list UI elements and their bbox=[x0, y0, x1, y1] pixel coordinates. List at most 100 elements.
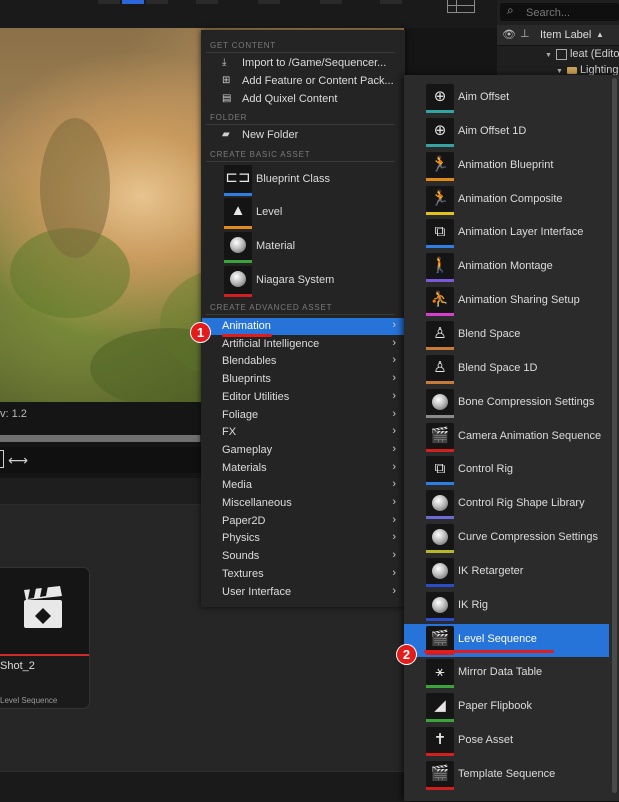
montage-figure-icon: 🚶 bbox=[430, 257, 450, 275]
submenu-item-blend-space-1d[interactable]: ♙ Blend Space 1D bbox=[404, 353, 609, 386]
toolbar-tab[interactable] bbox=[98, 0, 120, 4]
category-sounds[interactable]: Sounds › bbox=[202, 548, 404, 565]
asset-color-bar bbox=[426, 380, 454, 384]
submenu-item-mirror-data-table[interactable]: ⚹ Mirror Data Table bbox=[404, 657, 609, 690]
eye-icon[interactable]: 👁 bbox=[502, 28, 516, 41]
asset-thumbnail: 🎬 bbox=[426, 625, 454, 652]
basic-asset-blueprint-class[interactable]: ⊏⊐ Blueprint Class bbox=[222, 165, 402, 197]
submenu-item-camera-animation-sequence[interactable]: 🎬 Camera Animation Sequence bbox=[404, 421, 609, 454]
asset-thumbnail: 🎬 bbox=[426, 422, 454, 449]
asset-color-bar bbox=[426, 211, 454, 215]
arrow-range-icon[interactable]: ⟷ bbox=[8, 452, 28, 469]
submenu-item-animation-sharing-setup[interactable]: ⛹ Animation Sharing Setup bbox=[404, 285, 609, 318]
submenu-item-ik-retargeter[interactable]: IK Retargeter bbox=[404, 556, 609, 589]
sphere-icon bbox=[432, 529, 448, 546]
chevron-right-icon: › bbox=[392, 442, 396, 455]
outliner-row[interactable]: ▼ leat (Edito bbox=[545, 48, 619, 60]
submenu-item-control-rig[interactable]: ⧉ Control Rig bbox=[404, 454, 609, 487]
category-user-interface[interactable]: User Interface › bbox=[202, 584, 404, 601]
category-paper2d[interactable]: Paper2D › bbox=[202, 513, 404, 530]
asset-color-bar bbox=[426, 143, 454, 147]
category-gameplay[interactable]: Gameplay › bbox=[202, 442, 404, 459]
submenu-item-aim-offset-1d[interactable]: ⊕ Aim Offset 1D bbox=[404, 116, 609, 149]
pose-figure-icon: ✝ bbox=[433, 731, 447, 749]
category-foliage[interactable]: Foliage › bbox=[202, 407, 404, 424]
toolbar-tab-active[interactable] bbox=[122, 0, 144, 4]
asset-name[interactable]: Shot_2 bbox=[0, 660, 35, 672]
asset-thumbnail: ⛹ bbox=[426, 287, 454, 314]
category-fx[interactable]: FX › bbox=[202, 424, 404, 441]
category-artificial-intelligence[interactable]: Artificial Intelligence › bbox=[202, 336, 404, 353]
category-blendables[interactable]: Blendables › bbox=[202, 353, 404, 370]
section-divider bbox=[206, 314, 395, 315]
toolbar-tab[interactable] bbox=[196, 0, 218, 4]
asset-thumbnail bbox=[426, 557, 454, 584]
viewport-version-label: v: 1.2 bbox=[0, 408, 27, 420]
toolbar-tab[interactable] bbox=[146, 0, 168, 4]
section-get-content: GET CONTENT bbox=[210, 41, 276, 50]
expand-triangle-icon[interactable]: ▼ bbox=[556, 68, 563, 75]
category-editor-utilities[interactable]: Editor Utilities › bbox=[202, 389, 404, 406]
column-item-label[interactable]: Item Label bbox=[540, 29, 591, 41]
submenu-item-ik-rig[interactable]: IK Rig bbox=[404, 590, 609, 623]
asset-thumbnail: 🚶 bbox=[426, 253, 454, 280]
folder-icon bbox=[566, 66, 577, 74]
chevron-right-icon: › bbox=[392, 319, 396, 331]
asset-thumbnail: 🏃 bbox=[426, 151, 454, 178]
sort-ascending-icon[interactable]: ▲ bbox=[596, 30, 604, 39]
submenu-item-curve-compression-settings[interactable]: Curve Compression Settings bbox=[404, 522, 609, 555]
node-graph-icon: ⧉ bbox=[434, 460, 446, 478]
toolbar-tab[interactable] bbox=[258, 0, 280, 4]
basic-asset-level[interactable]: ▲ Level bbox=[222, 198, 402, 230]
outliner-search-input[interactable] bbox=[526, 6, 616, 20]
submenu-item-paper-flipbook[interactable]: ◢ Paper Flipbook bbox=[404, 691, 609, 724]
submenu-item-animation-composite[interactable]: 🏃 Animation Composite bbox=[404, 184, 609, 217]
pin-icon[interactable]: ⊥ bbox=[520, 27, 530, 40]
submenu-item-aim-offset[interactable]: ⊕ Aim Offset bbox=[404, 82, 609, 115]
grid-layout-icon[interactable] bbox=[447, 0, 475, 13]
submenu-item-animation-blueprint[interactable]: 🏃 Animation Blueprint bbox=[404, 150, 609, 183]
chevron-right-icon: › bbox=[392, 496, 396, 508]
submenu-item-control-rig-shape-library[interactable]: Control Rig Shape Library bbox=[404, 488, 609, 521]
search-icon: ⌕ bbox=[507, 3, 514, 17]
asset-thumbnail: ⧉ bbox=[426, 219, 454, 246]
asset-color-bar bbox=[426, 245, 454, 249]
section-create-advanced-asset: CREATE ADVANCED ASSET bbox=[210, 303, 333, 312]
asset-thumbnail bbox=[0, 568, 89, 654]
category-blueprints[interactable]: Blueprints › bbox=[202, 371, 404, 388]
blueprint-icon: ⊏⊐ bbox=[225, 169, 251, 186]
crosshair-icon: ⊕ bbox=[433, 88, 447, 105]
category-animation[interactable]: Animation › bbox=[202, 318, 404, 335]
category-materials[interactable]: Materials › bbox=[202, 460, 404, 477]
toolbar-tab[interactable] bbox=[320, 0, 342, 4]
submenu-item-bone-compression-settings[interactable]: Bone Compression Settings bbox=[404, 387, 609, 420]
asset-thumbnail: ⊕ bbox=[426, 117, 454, 144]
submenu-item-animation-layer-interface[interactable]: ⧉ Animation Layer Interface bbox=[404, 217, 609, 250]
asset-color-bar bbox=[426, 753, 454, 757]
toolbar-tab[interactable] bbox=[380, 0, 402, 4]
submenu-scrollbar[interactable] bbox=[612, 78, 617, 793]
category-miscellaneous[interactable]: Miscellaneous › bbox=[202, 495, 404, 512]
submenu-item-blend-space[interactable]: ♙ Blend Space bbox=[404, 319, 609, 352]
submenu-item-template-sequence[interactable]: 🎬 Template Sequence bbox=[404, 759, 609, 792]
asset-color-bar bbox=[426, 617, 454, 621]
chevron-right-icon: › bbox=[392, 336, 396, 349]
category-physics[interactable]: Physics › bbox=[202, 530, 404, 547]
bracket-icon[interactable] bbox=[0, 450, 4, 468]
asset-color-bar bbox=[426, 448, 454, 452]
blend-figure-icon: ♙ bbox=[433, 358, 447, 376]
category-textures[interactable]: Textures › bbox=[202, 566, 404, 583]
chevron-right-icon: › bbox=[392, 566, 396, 579]
submenu-item-animation-montage[interactable]: 🚶 Animation Montage bbox=[404, 251, 609, 284]
basic-asset-niagara-system[interactable]: Niagara System bbox=[222, 266, 402, 298]
category-media[interactable]: Media › bbox=[202, 477, 404, 494]
asset-thumbnail bbox=[426, 490, 454, 517]
asset-color-bar bbox=[426, 313, 454, 317]
chevron-right-icon: › bbox=[392, 549, 396, 562]
scrollbar-thumb[interactable] bbox=[0, 435, 200, 442]
submenu-item-pose-asset[interactable]: ✝ Pose Asset bbox=[404, 725, 609, 758]
asset-thumbnail: ♙ bbox=[426, 354, 454, 381]
expand-triangle-icon[interactable]: ▼ bbox=[545, 52, 552, 59]
basic-asset-material[interactable]: Material bbox=[222, 232, 402, 264]
asset-color-bar bbox=[426, 685, 454, 689]
